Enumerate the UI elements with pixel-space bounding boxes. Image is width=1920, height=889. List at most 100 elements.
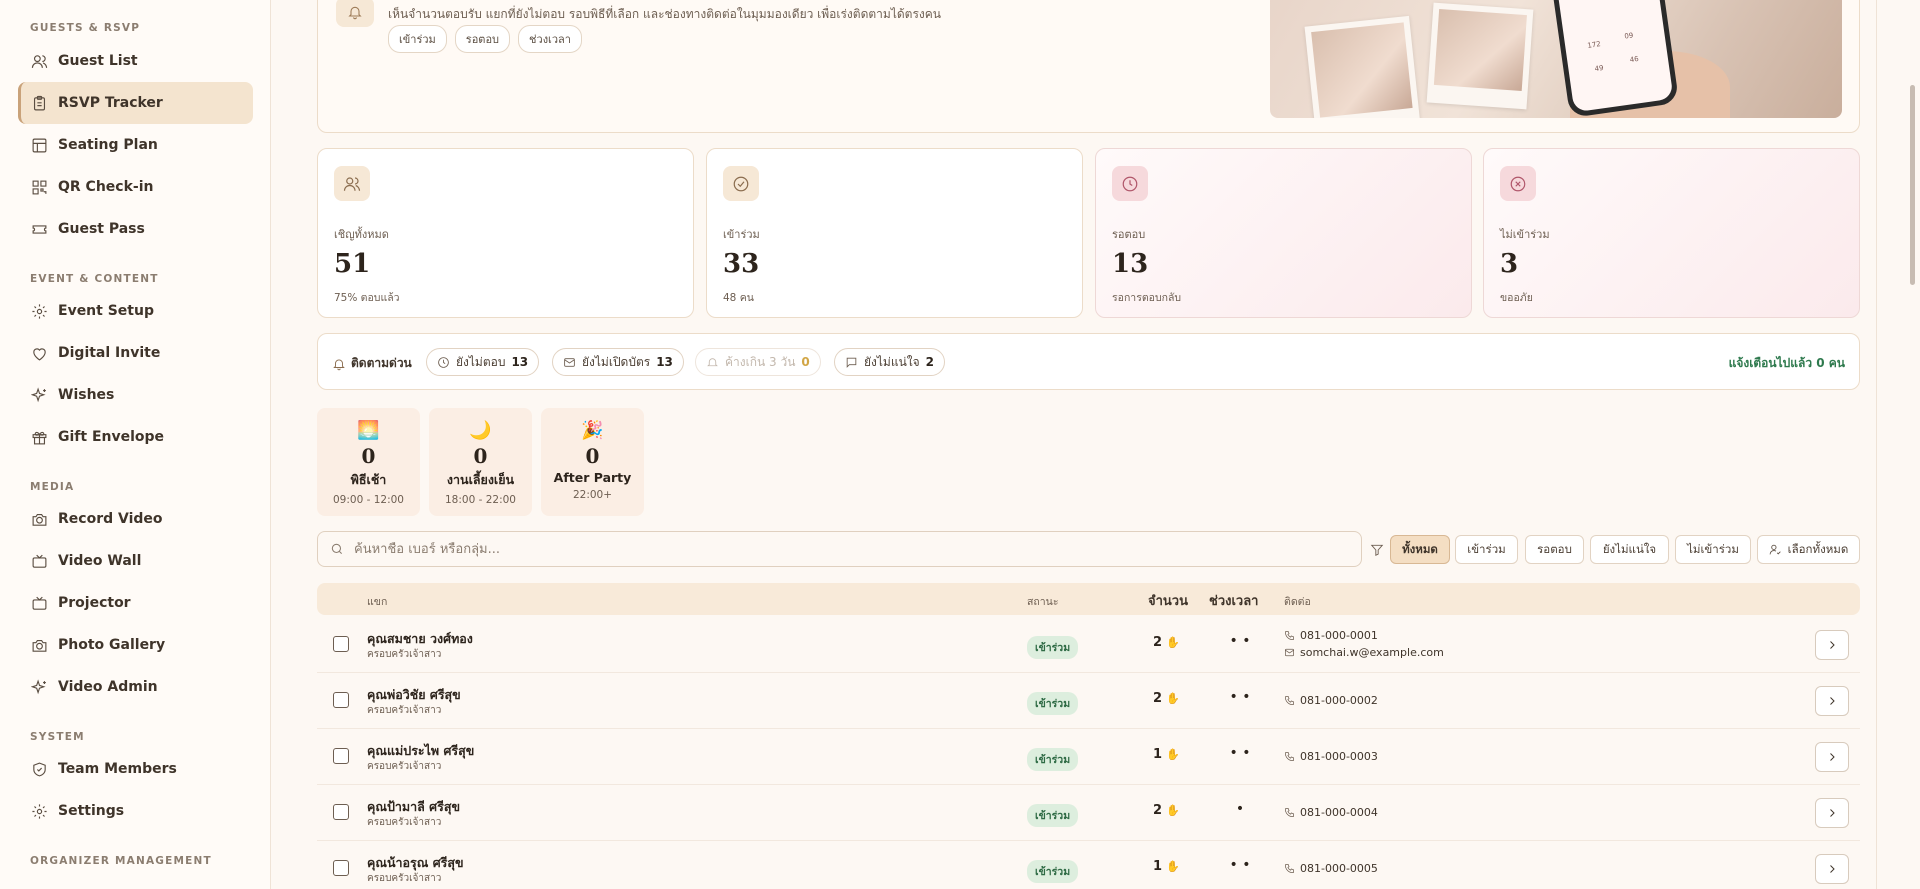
- banner-photo: 172 09 49 46: [1270, 0, 1842, 118]
- clipboard-icon: [31, 95, 48, 112]
- guest-group: ครอบครัวเจ้าสาว: [367, 705, 442, 716]
- slot-name: พิธีเช้า: [350, 472, 387, 487]
- sidebar-item-settings[interactable]: Settings: [18, 790, 253, 832]
- users-icon: [334, 166, 370, 201]
- slot-time: 18:00 - 22:00: [445, 494, 516, 506]
- row-open-button[interactable]: [1815, 742, 1849, 772]
- followup-chip-unopened[interactable]: ยังไม่เปิดบัตร 13: [552, 348, 684, 376]
- stat-label: เชิญทั้งหมด: [334, 228, 389, 241]
- stat-sub: ขออภัย: [1500, 292, 1533, 304]
- slot-count: 0: [473, 444, 488, 468]
- section-label-media: MEDIA: [30, 481, 75, 493]
- sidebar-item-label: Gift Envelope: [58, 429, 165, 445]
- email-contact: somchai.w@example.com: [1284, 646, 1444, 659]
- filter-all[interactable]: ทั้งหมด: [1390, 535, 1450, 564]
- stat-value: 51: [334, 249, 371, 279]
- sidebar-item-team-members[interactable]: Team Members: [18, 748, 253, 790]
- stat-card-invited: เชิญทั้งหมด 51 75% ตอบแล้ว: [317, 148, 694, 318]
- row-checkbox[interactable]: [333, 692, 349, 708]
- banner-description: เห็นจำนวนตอบรับ แยกที่ยังไม่ตอบ รอบพิธีท…: [388, 7, 941, 21]
- scrollbar[interactable]: [1910, 85, 1915, 285]
- guest-group: ครอบครัวเจ้าสาว: [367, 761, 442, 772]
- guest-qty: 1 ✋: [1153, 859, 1180, 874]
- layout-icon: [31, 137, 48, 154]
- row-open-button[interactable]: [1815, 630, 1849, 660]
- bell-icon: [336, 0, 374, 27]
- followup-chip-no-reply[interactable]: ยังไม่ตอบ 13: [426, 348, 540, 376]
- party-icon: 🎉: [581, 420, 604, 441]
- followup-chip-unsure[interactable]: ยังไม่แน่ใจ 2: [834, 348, 946, 376]
- select-all-button[interactable]: เลือกทั้งหมด: [1757, 535, 1860, 564]
- sidebar-item-event-setup[interactable]: Event Setup: [18, 290, 253, 332]
- sidebar-item-label: Photo Gallery: [58, 637, 166, 653]
- slot-count: 0: [585, 444, 600, 468]
- sidebar-item-label: Settings: [58, 803, 125, 819]
- sidebar-item-gift-envelope[interactable]: Gift Envelope: [18, 416, 253, 458]
- filter-declined[interactable]: ไม่เข้าร่วม: [1675, 535, 1751, 564]
- check-circle-icon: [723, 166, 759, 201]
- moon-icon: 🌙: [469, 420, 492, 441]
- row-open-button[interactable]: [1815, 854, 1849, 884]
- sidebar-item-rsvp-tracker[interactable]: RSVP Tracker: [18, 82, 253, 124]
- sidebar-item-record-video[interactable]: Record Video: [18, 498, 253, 540]
- filter-icon: [1370, 542, 1384, 557]
- banner-chip: เข้าร่วม: [388, 25, 447, 53]
- filter-unsure[interactable]: ยังไม่แน่ใจ: [1590, 535, 1669, 564]
- search-box: [317, 531, 1362, 567]
- sparkles-icon: [31, 386, 48, 404]
- time-dots: • •: [1229, 633, 1251, 649]
- sidebar-item-label: Event Setup: [58, 303, 154, 319]
- sidebar-item-label: QR Check-in: [58, 179, 154, 195]
- col-contact: ติดต่อ: [1284, 596, 1311, 608]
- guest-name: คุณพ่อวิชัย ศรีสุข: [367, 687, 461, 702]
- guest-name: คุณน้าอรุณ ศรีสุข: [367, 855, 464, 870]
- slot-count: 0: [361, 444, 376, 468]
- mail-icon: [564, 357, 575, 367]
- row-open-button[interactable]: [1815, 798, 1849, 828]
- stat-card-attending: เข้าร่วม 33 48 คน: [706, 148, 1083, 318]
- status-badge: เข้าร่วม: [1027, 804, 1079, 827]
- time-dots: • •: [1229, 745, 1251, 761]
- sidebar-item-photo-gallery[interactable]: Photo Gallery: [18, 624, 253, 666]
- sidebar-item-wishes[interactable]: Wishes: [18, 374, 253, 416]
- phone-icon: [1285, 864, 1294, 873]
- slot-card-after-party[interactable]: 🎉 0 After Party 22:00+: [541, 408, 644, 516]
- sidebar-item-video-wall[interactable]: Video Wall: [18, 540, 253, 582]
- table-row: คุณป้ามาลี ศรีสุข ครอบครัวเจ้าสาว เข้าร่…: [317, 785, 1860, 841]
- search-icon: [331, 543, 343, 555]
- slot-card-morning[interactable]: 🌅 0 พิธีเช้า 09:00 - 12:00: [317, 408, 420, 516]
- row-checkbox[interactable]: [333, 804, 349, 820]
- sidebar-item-label: Guest Pass: [58, 221, 145, 237]
- filter-pending[interactable]: รอตอบ: [1525, 535, 1584, 564]
- sidebar-item-guest-pass[interactable]: Guest Pass: [18, 208, 253, 250]
- table-row: คุณแม่ประไพ ศรีสุข ครอบครัวเจ้าสาว เข้าร…: [317, 729, 1860, 785]
- row-checkbox[interactable]: [333, 860, 349, 876]
- guest-name: คุณป้ามาลี ศรีสุข: [367, 799, 461, 814]
- guest-qty: 1 ✋: [1153, 747, 1180, 762]
- row-checkbox[interactable]: [333, 636, 349, 652]
- followup-chip-overdue[interactable]: ค้างเกิน 3 วัน 0: [695, 348, 821, 376]
- sidebar-item-digital-invite[interactable]: Digital Invite: [18, 332, 253, 374]
- sidebar-item-seating-plan[interactable]: Seating Plan: [18, 124, 253, 166]
- phone-icon: [1285, 631, 1294, 640]
- filter-attending[interactable]: เข้าร่วม: [1455, 535, 1518, 564]
- slot-card-evening[interactable]: 🌙 0 งานเลี้ยงเย็น 18:00 - 22:00: [429, 408, 532, 516]
- qr-icon: [31, 179, 48, 196]
- row-open-button[interactable]: [1815, 686, 1849, 716]
- status-badge: เข้าร่วม: [1027, 860, 1079, 883]
- sparkles-icon: [31, 678, 48, 696]
- stat-label: เข้าร่วม: [723, 228, 760, 241]
- sidebar-item-projector[interactable]: Projector: [18, 582, 253, 624]
- sidebar-item-guest-list[interactable]: Guest List: [18, 40, 253, 82]
- slot-name: After Party: [553, 470, 632, 485]
- section-label-event: EVENT & CONTENT: [30, 273, 159, 285]
- stat-sub: รอการตอบกลับ: [1112, 292, 1182, 304]
- sidebar-item-video-admin[interactable]: Video Admin: [18, 666, 253, 708]
- table-header: แขก สถานะ จำนวน ช่วงเวลา ติดต่อ: [317, 583, 1860, 615]
- search-input[interactable]: [354, 541, 1254, 557]
- section-label-guests: GUESTS & RSVP: [30, 22, 141, 34]
- row-checkbox[interactable]: [333, 748, 349, 764]
- phone-contact: 081-000-0003: [1284, 750, 1378, 763]
- sidebar: GUESTS & RSVP Guest List RSVP Tracker Se…: [0, 0, 271, 889]
- sidebar-item-qr-check-in[interactable]: QR Check-in: [18, 166, 253, 208]
